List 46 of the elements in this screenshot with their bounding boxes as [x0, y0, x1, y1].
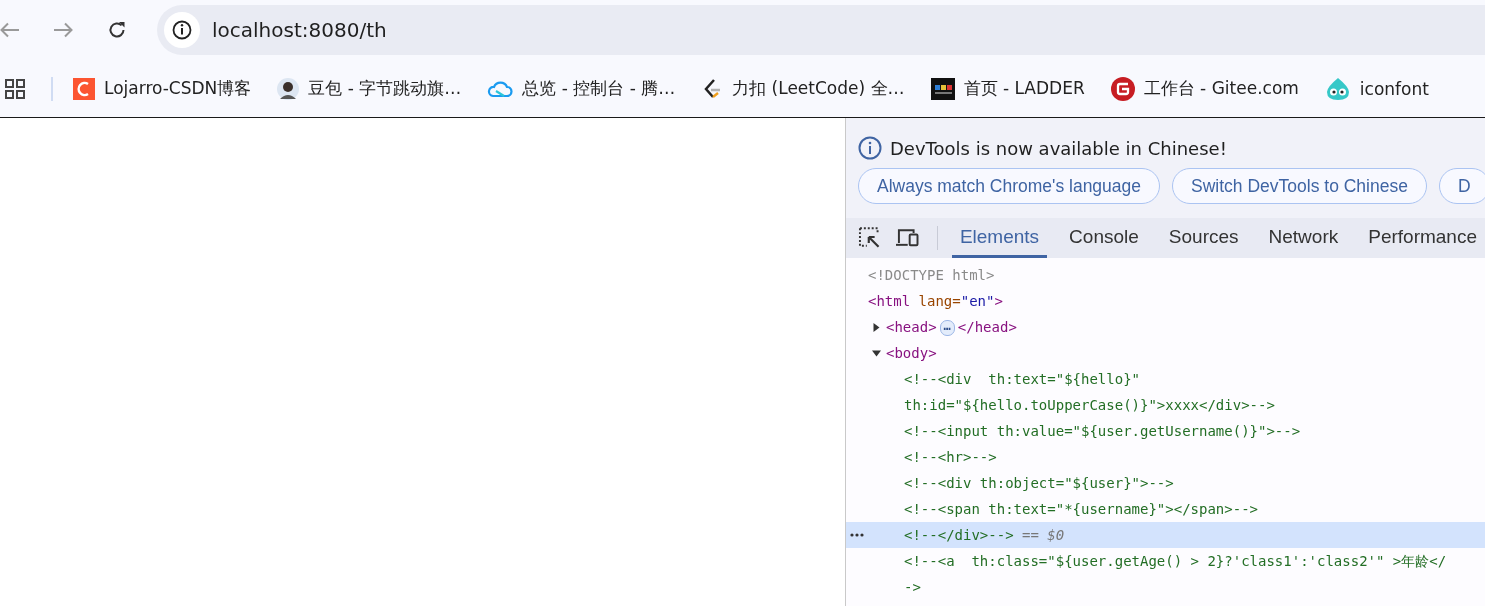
- bookmark[interactable]: 豆包 - 字节跳动旗…: [277, 77, 462, 100]
- code-line: <!--<div th:text="${hello}" th:id="${hello.toUpperCase()}">xxxx</div>-->: [904, 370, 1275, 415]
- expand-triangle-icon[interactable]: [872, 323, 881, 332]
- avatar-icon: [277, 77, 300, 100]
- language-button[interactable]: Switch DevTools to Chinese: [1172, 168, 1427, 204]
- ellipsis-badge[interactable]: …: [939, 320, 955, 336]
- info-icon[interactable]: [164, 12, 200, 48]
- code-line: <!--<hr>-->: [904, 448, 997, 467]
- devtools-tab[interactable]: Sources: [1160, 218, 1247, 258]
- language-button[interactable]: D: [1438, 168, 1485, 204]
- bookmark[interactable]: Lojarro-CSDN博客: [73, 77, 252, 100]
- letter-g-icon: [1110, 76, 1135, 101]
- letter-c-icon: [73, 77, 95, 100]
- bookmark[interactable]: iconfont: [1324, 76, 1429, 101]
- bookmark[interactable]: 首页 - LADDER: [930, 77, 1085, 100]
- language-button[interactable]: Always match Chrome's language: [858, 168, 1161, 204]
- devtools-tab[interactable]: Elements: [951, 218, 1048, 258]
- more-icon[interactable]: [850, 533, 864, 537]
- devtools-tab[interactable]: Network: [1260, 218, 1347, 258]
- code-line: <!--<a th:class="${user.getAge() > 2}?'class1':'class2'" >年龄</ ->: [904, 552, 1447, 597]
- creature-icon: [1324, 76, 1351, 101]
- collapse-triangle-icon[interactable]: [872, 349, 881, 358]
- apps-grid-icon[interactable]: [5, 78, 25, 99]
- cloud-icon: [487, 78, 514, 99]
- device-toggle-icon[interactable]: [895, 227, 921, 249]
- info-icon: [858, 136, 882, 160]
- bookmark[interactable]: 工作台 - Gitee.com: [1110, 76, 1299, 101]
- code-line: <!DOCTYPE html>: [868, 266, 995, 285]
- code-line: <html lang="en">: [868, 292, 1003, 311]
- reload-icon[interactable]: [107, 20, 127, 40]
- code-line: <head>: [886, 318, 937, 337]
- code-line: <!--</div>--> == $0: [904, 526, 1065, 545]
- bookmark[interactable]: 力扣 (LeetCode) 全…: [701, 77, 905, 100]
- code-line: <!--<span th:text="*{username}"></span>-->: [904, 500, 1258, 519]
- code-line: </head>: [957, 318, 1017, 337]
- devtools-tab[interactable]: Performance: [1360, 218, 1485, 258]
- inspect-icon[interactable]: [858, 226, 882, 250]
- devtools-tab[interactable]: Console: [1061, 218, 1147, 258]
- selected-row[interactable]: <!--</div>--> == $0: [846, 522, 1485, 548]
- code-line: <!--<div th:object="${user}">-->: [904, 474, 1174, 493]
- bookmark[interactable]: 总览 - 控制台 - 腾…: [487, 77, 676, 100]
- code-line: <!--<input th:value="${user.getUsername()}">-->: [904, 422, 1301, 441]
- info-message: DevTools is now available in Chinese!: [890, 137, 1227, 159]
- code-line: <body>: [886, 344, 937, 363]
- address-bar[interactable]: localhost:8080/th: [157, 5, 1485, 55]
- dark-square-icon: [930, 77, 955, 100]
